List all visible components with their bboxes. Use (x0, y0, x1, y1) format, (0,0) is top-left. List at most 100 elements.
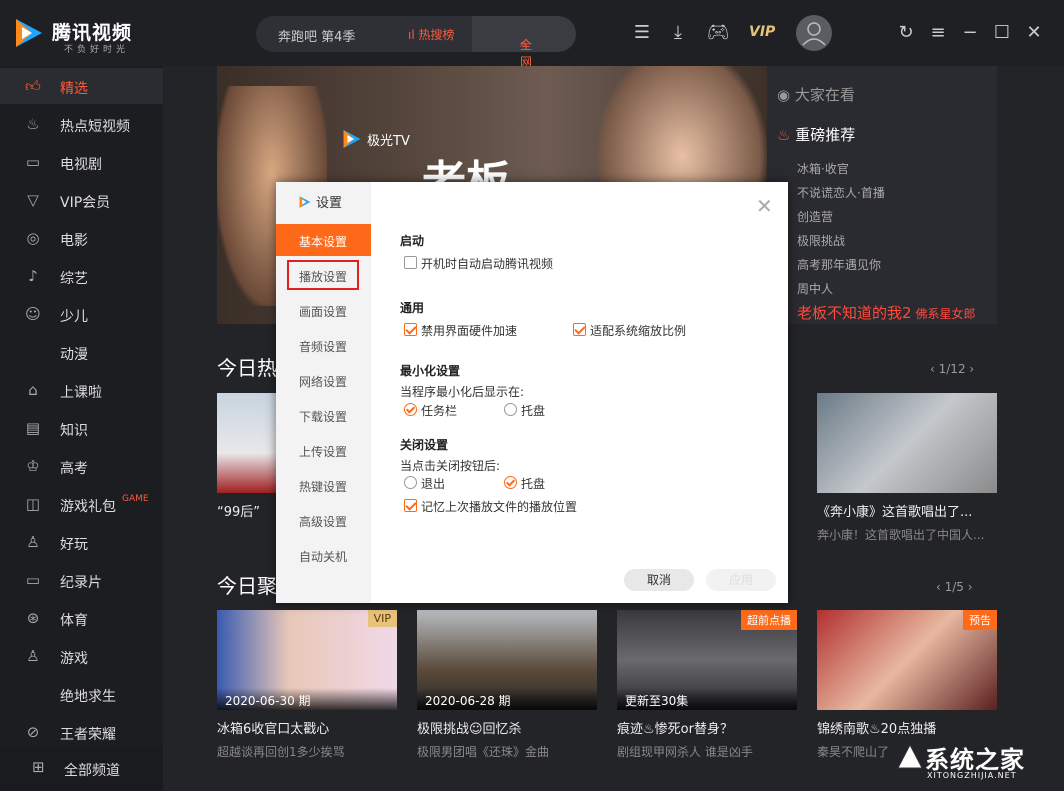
rec-item[interactable]: 冰箱·收官 (797, 160, 849, 177)
search-input[interactable]: 奔跑吧 第4季 (278, 26, 355, 45)
sidebar-item-label: 好玩 (60, 537, 88, 553)
settings-title-text: 设置 (316, 196, 343, 211)
sidebar-item-label: 精选 (60, 81, 88, 97)
minimize-taskbar-radio[interactable] (404, 403, 417, 416)
book-icon: ▤ (25, 419, 41, 437)
card-title: 极限挑战☺回忆杀 (417, 722, 522, 737)
exam-icon: ♔ (26, 457, 40, 475)
card-date: 2020-06-30 期 (217, 688, 397, 710)
sidebar-item-hot-shorts[interactable]: ♨ 热点短视频 (0, 106, 163, 142)
maximize-icon[interactable]: ☐ (990, 22, 1014, 44)
download-icon[interactable]: ⤓ (666, 22, 690, 44)
sidebar-item-label: 上课啦 (60, 385, 102, 401)
watching-label[interactable]: ◉ 大家在看 (777, 84, 855, 105)
sidebar-item-anime[interactable]: 动漫 (0, 334, 163, 370)
all-channels-button[interactable]: ⊞ 全部频道 (0, 746, 163, 791)
nav-audio-settings[interactable]: 音频设置 (276, 329, 371, 361)
rec-item[interactable]: 高考那年遇见你 (797, 256, 881, 273)
chevron-left-icon[interactable]: ‹ (930, 362, 939, 376)
sidebar-item-label: 热点短视频 (60, 119, 130, 135)
focus-card[interactable]: 超前点播 更新至30集 痕迹♨惨死or替身？ 剧组现甲网杀人 谁是凶手 (617, 610, 797, 760)
nav-basic-settings[interactable]: 基本设置 (276, 224, 371, 256)
user-icon (802, 22, 826, 46)
compass-icon: ⊘ (26, 723, 40, 741)
sidebar-item-featured[interactable]: 👍︎ 精选 (0, 68, 163, 104)
search-bar[interactable]: 奔跑吧 第4季 ıl 热搜榜 ⌕ 全网搜 (256, 16, 576, 86)
sidebar-item-exam[interactable]: ♔ 高考 (0, 448, 163, 484)
sidebar-item-pubg[interactable]: 绝地求生 (0, 676, 163, 712)
sidebar-item-knowledge[interactable]: ▤ 知识 (0, 410, 163, 446)
hot-search-button[interactable]: ıl 热搜榜 (408, 26, 455, 43)
autostart-checkbox[interactable] (404, 256, 417, 269)
card-subtitle: 奔小康！这首歌唱出了中国人... (817, 528, 985, 542)
sidebar-item-variety[interactable]: ♪ 综艺 (0, 258, 163, 294)
pager-focus[interactable]: ‹ 1/5 › (936, 580, 973, 594)
rec-feature-title: 老板不知道的我2 (797, 304, 912, 322)
remember-position-checkbox[interactable] (404, 499, 417, 512)
sidebar-item-label: 电视剧 (60, 157, 102, 173)
nav-picture-settings[interactable]: 画面设置 (276, 294, 371, 326)
close-exit-radio[interactable] (404, 476, 417, 489)
sidebar-item-documentary[interactable]: ▭ 纪录片 (0, 562, 163, 598)
sidebar-item-sports[interactable]: ⊛ 体育 (0, 600, 163, 636)
gamepad-icon[interactable]: 🎮︎ (706, 22, 730, 44)
menu-icon[interactable]: ≡ (926, 22, 950, 44)
nav-playback-settings[interactable]: 播放设置 (286, 259, 360, 291)
nav-upload-settings[interactable]: 上传设置 (276, 434, 371, 466)
app-logo[interactable]: 腾讯视频 不负好时光 (12, 14, 142, 55)
card-date: 2020-06-28 期 (417, 688, 597, 710)
sidebar-item-game-gift[interactable]: ◫ 游戏礼包 GAME (0, 486, 163, 522)
sidebar-item-vip[interactable]: ▽ VIP会员 (0, 182, 163, 218)
rec-item[interactable]: 创造营 (797, 208, 833, 225)
vip-button[interactable]: VIP (749, 24, 775, 40)
minimize-taskbar-label: 任务栏 (421, 404, 458, 418)
rec-feature-sub: 佛系星女郎 (915, 307, 976, 321)
avatar[interactable] (796, 15, 832, 51)
sidebar-item-fun[interactable]: ♙ 好玩 (0, 524, 163, 560)
rec-item[interactable]: 极限挑战 (797, 232, 845, 249)
nav-advanced-settings[interactable]: 高级设置 (276, 504, 371, 536)
adapt-scale-checkbox[interactable] (573, 323, 586, 336)
all-channels-label: 全部频道 (64, 763, 120, 779)
heavy-label[interactable]: ♨ 重磅推荐 (777, 124, 855, 145)
close-icon[interactable]: ✕ (756, 194, 773, 218)
nav-auto-shutdown[interactable]: 自动关机 (276, 539, 371, 571)
nav-network-settings[interactable]: 网络设置 (276, 364, 371, 396)
sidebar-item-label: 电影 (60, 233, 88, 249)
nav-download-settings[interactable]: 下载设置 (276, 399, 371, 431)
chevron-left-icon[interactable]: ‹ (936, 580, 945, 594)
chevron-right-icon[interactable]: › (966, 362, 974, 376)
sidebar-item-honor-of-kings[interactable]: ⊘ 王者荣耀 (0, 714, 163, 750)
card-title: 冰箱6收官口太戳心 (217, 722, 330, 737)
rec-feature[interactable]: 老板不知道的我2 佛系星女郎 (797, 302, 976, 323)
sidebar-item-games[interactable]: ♙ 游戏 (0, 638, 163, 674)
card-thumbnail: 2020-06-28 期 (417, 610, 597, 710)
search-all-button[interactable]: ⌕ 全网搜 (472, 16, 576, 86)
rec-item[interactable]: 周中人 (797, 280, 833, 297)
sidebar-item-label: 少儿 (60, 309, 88, 325)
nav-hotkey-settings[interactable]: 热键设置 (276, 469, 371, 501)
sidebar-item-class[interactable]: ⌂ 上课啦 (0, 372, 163, 408)
rec-item[interactable]: 不说谎恋人·首播 (797, 184, 885, 201)
sidebar-item-tv[interactable]: ▭ 电视剧 (0, 144, 163, 180)
pager-text: 1/5 (944, 580, 964, 594)
sidebar-item-kids[interactable]: ☺ 少儿 (0, 296, 163, 332)
focus-card[interactable]: VIP 2020-06-30 期 冰箱6收官口太戳心 超越谈再回创1多少挨骂 (217, 610, 397, 760)
minimize-icon[interactable]: − (958, 22, 982, 44)
sidebar-item-movie[interactable]: ◎ 电影 (0, 220, 163, 256)
refresh-icon[interactable]: ↻ (894, 22, 918, 44)
minimize-tray-radio[interactable] (504, 403, 517, 416)
apply-button[interactable]: 应用 (706, 569, 776, 591)
disable-hw-accel-checkbox[interactable] (404, 323, 417, 336)
bar-chart-icon: ıl (408, 28, 419, 42)
close-heading: 关闭设置 (400, 438, 449, 452)
playlist-icon[interactable]: ☰ (630, 22, 654, 44)
focus-card[interactable]: 2020-06-28 期 极限挑战☺回忆杀 极限男团唱《还珠》金曲 (417, 610, 597, 760)
chevron-right-icon[interactable]: › (964, 580, 973, 594)
pager-hot[interactable]: ‹ 1/12 › (930, 362, 974, 376)
game-tag: GAME (122, 494, 149, 504)
close-tray-radio[interactable] (504, 476, 517, 489)
close-icon[interactable]: ✕ (1022, 22, 1046, 44)
cancel-button[interactable]: 取消 (624, 569, 694, 591)
hot-card[interactable]: 《奔小康》这首歌唱出了... 奔小康！这首歌唱出了中国人... (817, 393, 997, 543)
